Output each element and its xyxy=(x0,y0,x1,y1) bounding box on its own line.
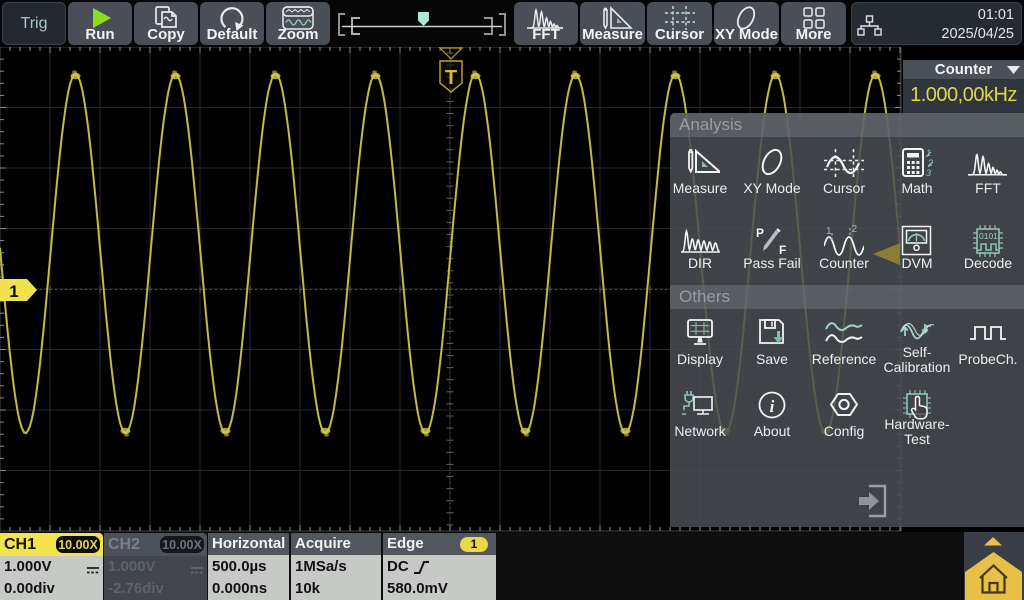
svg-text:1: 1 xyxy=(9,282,18,301)
svg-text:2: 2 xyxy=(852,224,858,235)
svg-text:1: 1 xyxy=(826,226,832,237)
svg-text:3: 3 xyxy=(926,168,931,178)
svg-text:0101: 0101 xyxy=(979,231,998,241)
svg-text:T: T xyxy=(445,67,457,89)
svg-text:P: P xyxy=(756,226,764,240)
svg-text:i: i xyxy=(770,397,775,416)
